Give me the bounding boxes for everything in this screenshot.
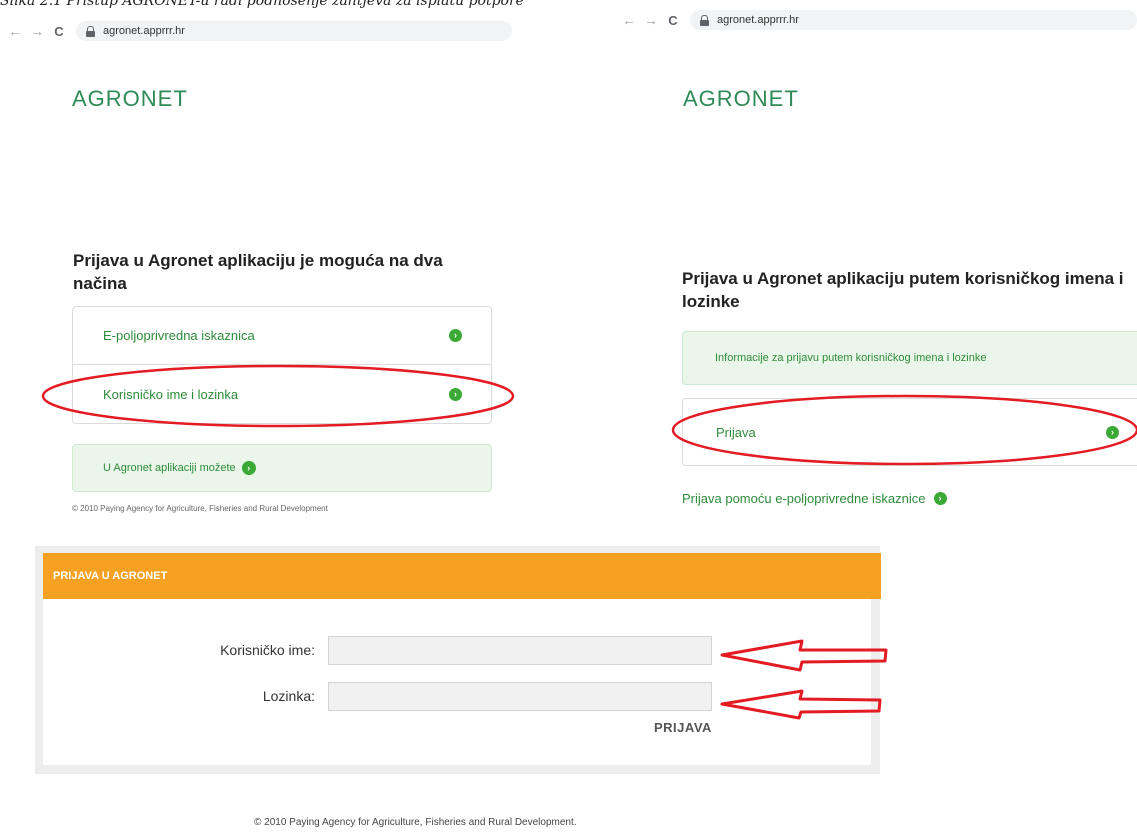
arrow-annotation [720,689,882,720]
highlight-ellipse [41,364,515,428]
arrow-annotation [720,639,888,672]
annotation-overlay [41,364,1137,720]
highlight-ellipse [671,394,1137,466]
